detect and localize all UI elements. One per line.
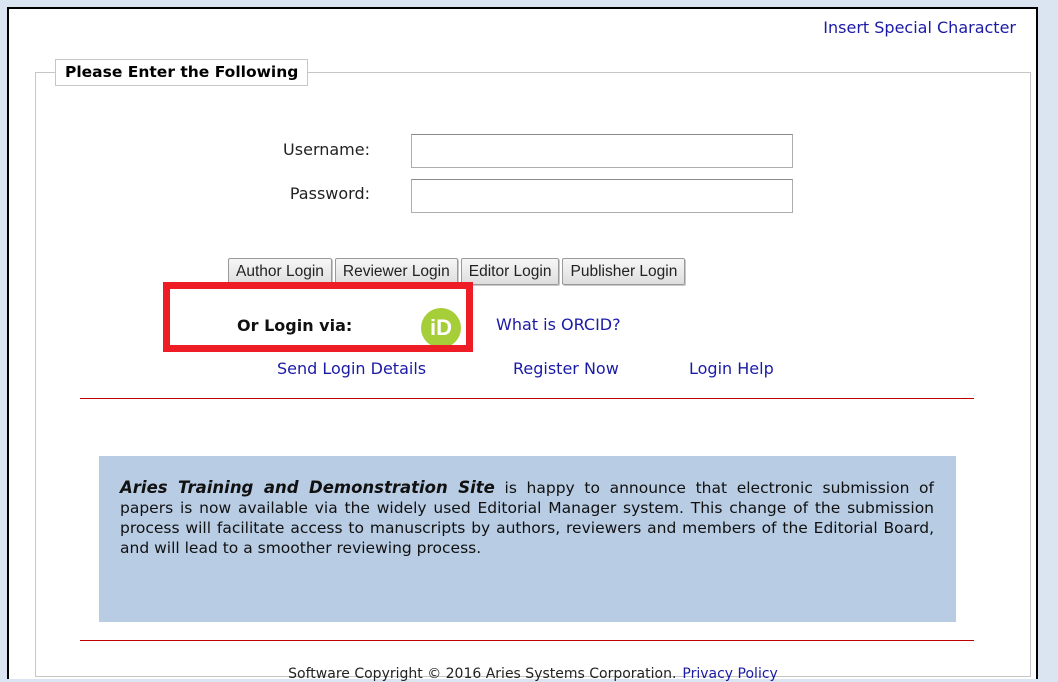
footer: Software Copyright © 2016 Aries Systems …: [36, 666, 1030, 682]
login-legend: Please Enter the Following: [55, 59, 309, 86]
orcid-icon[interactable]: iD: [421, 308, 461, 348]
password-input[interactable]: [411, 179, 793, 213]
username-input[interactable]: [411, 134, 793, 168]
news-heading: NEWS - August 2010: [110, 431, 339, 453]
login-button-row: Author Login Reviewer Login Editor Login…: [228, 258, 686, 285]
orcid-login-label: Or Login via:: [237, 316, 353, 335]
publisher-login-button[interactable]: Publisher Login: [562, 258, 686, 285]
copyright-text: Software Copyright © 2016 Aries Systems …: [288, 666, 677, 682]
divider-top: [80, 398, 974, 399]
what-is-orcid-link[interactable]: What is ORCID?: [496, 315, 621, 334]
register-now-link[interactable]: Register Now: [513, 359, 619, 378]
insert-special-character-link[interactable]: Insert Special Character: [823, 18, 1016, 37]
privacy-policy-link[interactable]: Privacy Policy: [682, 666, 777, 682]
login-fieldset: Please Enter the Following Username: Pas…: [35, 59, 1031, 682]
password-label: Password:: [289, 184, 370, 203]
send-login-details-link[interactable]: Send Login Details: [277, 359, 426, 378]
username-label: Username:: [283, 140, 370, 159]
divider-bottom: [80, 640, 974, 641]
news-site-name: Aries Training and Demonstration Site: [120, 478, 495, 497]
editor-login-button[interactable]: Editor Login: [460, 258, 560, 285]
login-help-link[interactable]: Login Help: [689, 359, 774, 378]
page-frame: Insert Special Character Please Enter th…: [7, 7, 1038, 682]
author-login-button[interactable]: Author Login: [228, 258, 332, 285]
news-box: Aries Training and Demonstration Site is…: [99, 456, 956, 622]
reviewer-login-button[interactable]: Reviewer Login: [334, 258, 458, 285]
